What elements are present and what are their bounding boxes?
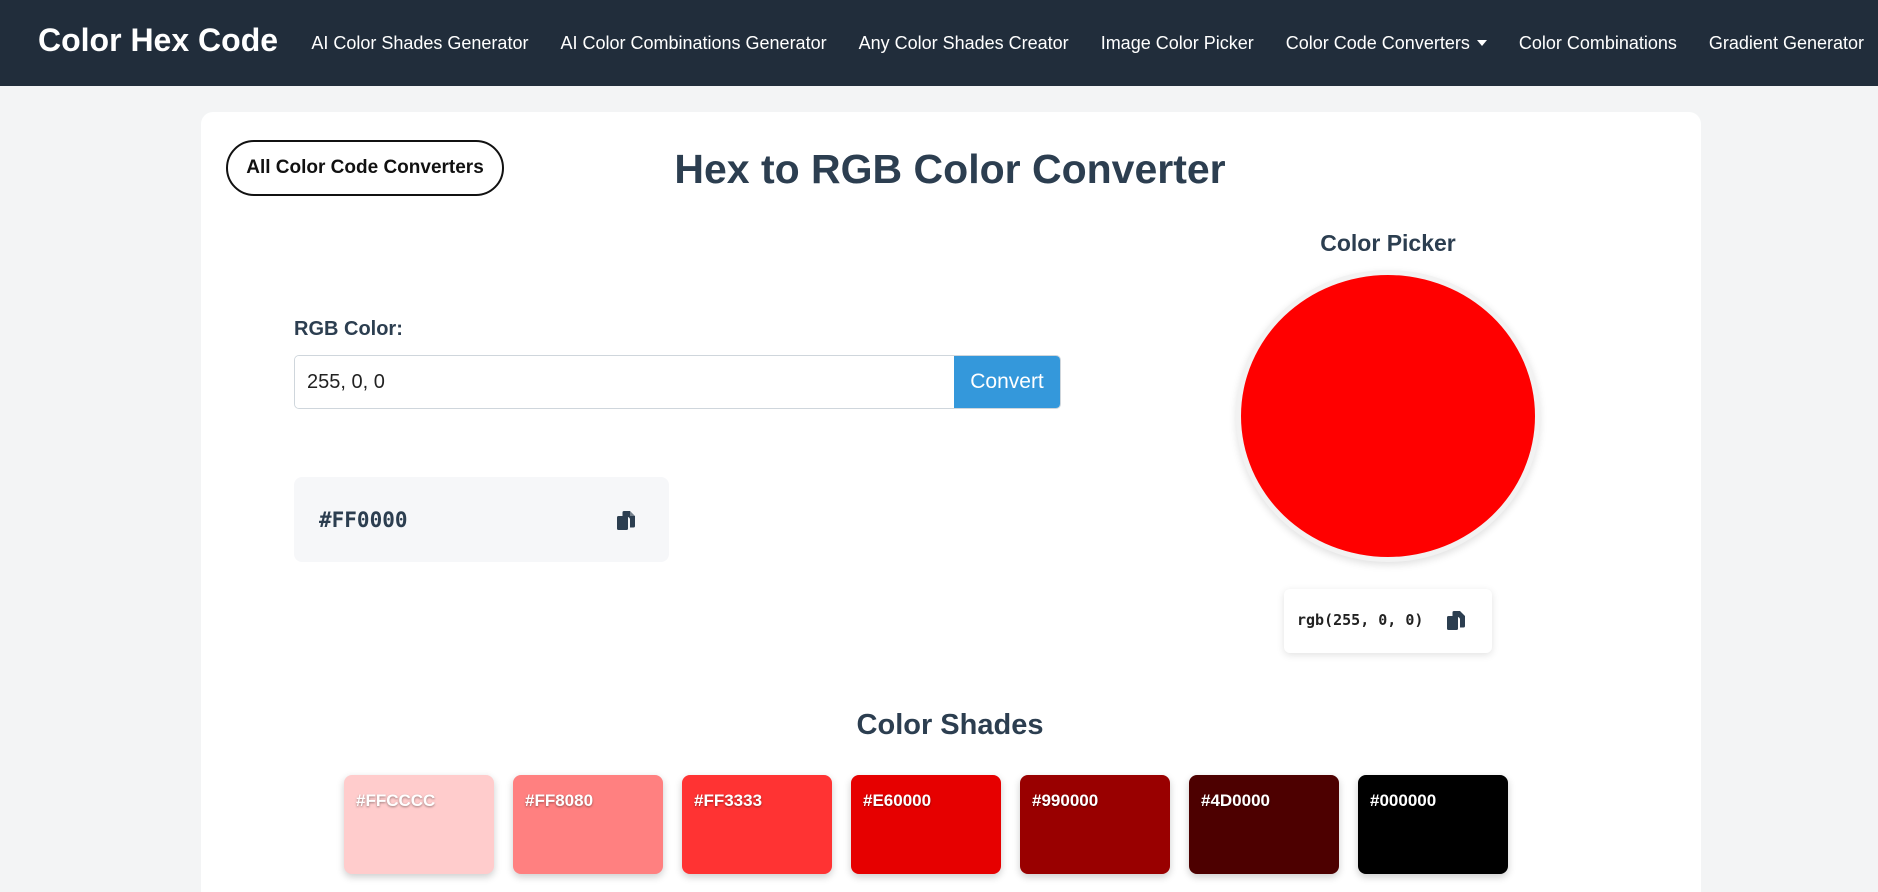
hex-result-value: #FF0000 [319,508,408,532]
color-shade-hex: #FF8080 [525,791,594,810]
nav-link-image-color-picker[interactable]: Image Color Picker [1101,33,1254,54]
nav-link-color-code-converters[interactable]: Color Code Converters [1286,33,1487,54]
nav-links: AI Color Shades Generator AI Color Combi… [311,0,1864,86]
color-shades-title: Color Shades [856,709,1044,741]
color-shade-swatch[interactable]: #FFCCCC [344,775,494,874]
caret-down-icon [1476,40,1487,46]
color-shade-hex: #990000 [1032,791,1099,810]
color-shade-hex: #FFCCCC [356,791,436,810]
color-shade-swatch[interactable]: #000000 [1358,775,1508,874]
rgb-input-group: Convert [294,355,1061,409]
page-title: Hex to RGB Color Converter [674,146,1226,192]
convert-button[interactable]: Convert [954,356,1060,408]
rgb-color-input[interactable] [295,356,954,408]
top-navbar: Color Hex Code AI Color Shades Generator… [0,0,1878,86]
site-logo[interactable]: Color Hex Code [38,22,278,59]
color-picker-title: Color Picker [1320,230,1456,256]
nav-link-any-color-shades-creator[interactable]: Any Color Shades Creator [859,33,1069,54]
rgb-color-label: RGB Color: [294,318,403,340]
nav-link-gradient-generator[interactable]: Gradient Generator [1709,33,1864,54]
color-shades-list: #FFCCCC #FF8080 #FF3333 #E60000 #990000 … [344,775,1508,874]
nav-link-ai-color-shades-generator[interactable]: AI Color Shades Generator [311,33,528,54]
copy-icon[interactable] [1446,610,1466,632]
copy-icon[interactable] [616,510,636,532]
color-shade-swatch[interactable]: #FF8080 [513,775,663,874]
hex-result-box: #FF0000 [294,477,669,562]
color-picker-circle[interactable] [1236,270,1540,562]
nav-link-ai-color-combinations-generator[interactable]: AI Color Combinations Generator [560,33,826,54]
rgb-value-chip: rgb(255, 0, 0) [1284,589,1492,653]
nav-link-color-combinations[interactable]: Color Combinations [1519,33,1677,54]
color-shade-hex: #E60000 [863,791,932,810]
color-shade-hex: #000000 [1370,791,1437,810]
color-shade-swatch[interactable]: #4D0000 [1189,775,1339,874]
color-shade-hex: #4D0000 [1201,791,1271,810]
color-shade-swatch[interactable]: #990000 [1020,775,1170,874]
color-shade-swatch[interactable]: #FF3333 [682,775,832,874]
color-shade-hex: #FF3333 [694,791,763,810]
nav-link-color-code-converters-label: Color Code Converters [1285,32,1470,53]
color-shade-swatch[interactable]: #E60000 [851,775,1001,874]
rgb-value-text: rgb(255, 0, 0) [1297,611,1424,629]
